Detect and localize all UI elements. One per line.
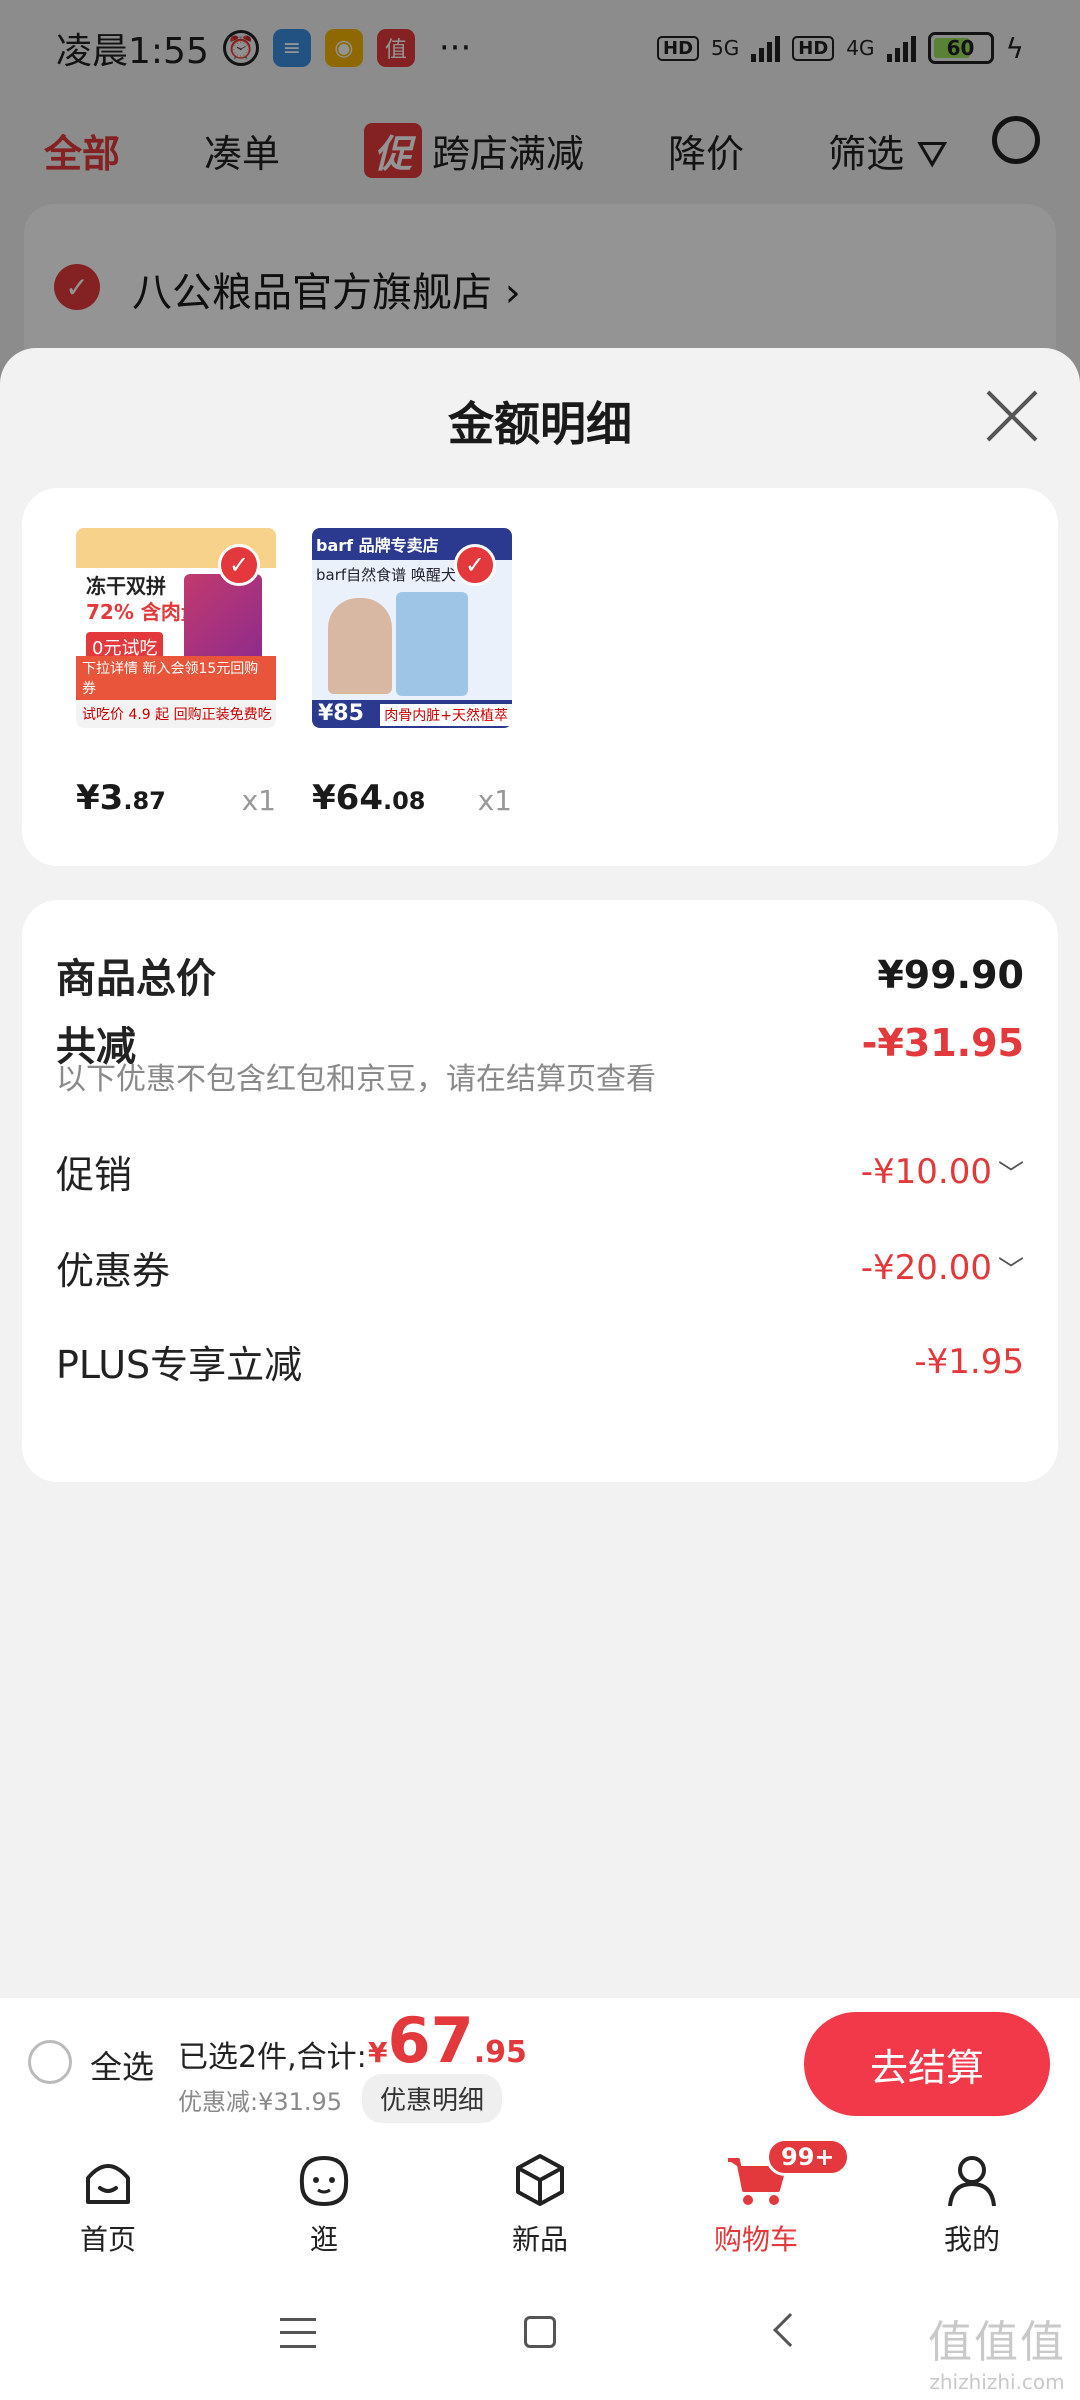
sheet-title: 金额明细: [448, 397, 632, 451]
amount-detail-sheet: 金额明细 冻干双拼 72% 含肉量 0元试吃 下拉详情 新入会领15元回购券 试…: [0, 348, 1080, 1998]
thumb-text: 下拉详情 新入会领15元回购券: [76, 656, 276, 700]
promotion-label: 促销: [56, 1153, 133, 1197]
watermark: 值值值 zhizhizhi.com: [928, 2306, 1066, 2394]
discount-amount: 优惠减:¥31.95: [178, 2088, 343, 2116]
chevron-down-icon[interactable]: ﹀: [998, 1160, 1024, 1190]
home-icon: [76, 2148, 140, 2212]
total-price-row: 商品总价 ¥99.90: [56, 946, 1024, 1004]
checkout-bar: 全选 已选2件,合计: ¥67.95 优惠减:¥31.95 优惠明细 去结算: [0, 1998, 1080, 2132]
thumb-text: 试吃价 4.9 起 回购正装免费吃: [82, 707, 272, 723]
selected-check-icon: ✓: [454, 544, 496, 586]
product-quantity: x1: [241, 784, 276, 817]
total-amount: ¥67.95: [368, 2004, 527, 2077]
tab-new-label: 新品: [511, 2223, 568, 2256]
checkout-button[interactable]: 去结算: [804, 2012, 1050, 2116]
price-summary-card: 商品总价 ¥99.90 共减 -¥31.95 以下优惠不包含红包和京豆，请在结算…: [22, 900, 1058, 1482]
chevron-down-icon[interactable]: ﹀: [998, 1256, 1024, 1286]
total-price-label: 商品总价: [56, 956, 216, 1002]
bottom-tab-bar: 首页 逛 新品 99+ 购物车 我的: [0, 2132, 1080, 2268]
tab-cart-label: 购物车: [713, 2223, 798, 2256]
tab-new[interactable]: 新品: [432, 2132, 648, 2268]
thumb-text: 冻干双拼: [86, 574, 166, 598]
thumb-text: barf自然食谱 唤醒犬: [316, 566, 456, 584]
system-navigation-bar: 值值值 zhizhizhi.com: [0, 2268, 1080, 2400]
plus-discount-row: PLUS专享立减 -¥1.95: [56, 1334, 1024, 1389]
watermark-url: zhizhizhi.com: [929, 2370, 1065, 2394]
discount-note: 以下优惠不包含红包和京豆，请在结算页查看: [56, 1062, 656, 1097]
tab-cart[interactable]: 99+ 购物车: [648, 2132, 864, 2268]
promotion-value: -¥10.00: [860, 1151, 992, 1192]
browse-face-icon: [292, 2148, 356, 2212]
product-item[interactable]: 冻干双拼 72% 含肉量 0元试吃 下拉详情 新入会领15元回购券 试吃价 4.…: [76, 528, 276, 818]
box-icon: [508, 2148, 572, 2212]
selected-check-icon: ✓: [218, 544, 260, 586]
thumb-price: ¥85: [318, 701, 364, 726]
coupon-row[interactable]: 优惠券 -¥20.00 ﹀: [56, 1240, 1024, 1295]
coupon-value: -¥20.00: [860, 1247, 992, 1288]
model-image: [328, 598, 392, 694]
tab-browse[interactable]: 逛: [216, 2132, 432, 2268]
total-price-value: ¥99.90: [877, 953, 1024, 997]
product-price: ¥64.08: [312, 778, 426, 818]
select-all-label[interactable]: 全选: [90, 2042, 154, 2088]
promotion-row[interactable]: 促销 -¥10.00 ﹀: [56, 1144, 1024, 1199]
product-thumbnail: 冻干双拼 72% 含肉量 0元试吃 下拉详情 新入会领15元回购券 试吃价 4.…: [76, 528, 276, 728]
total-reduction-value: -¥31.95: [861, 1021, 1024, 1065]
discount-detail-button[interactable]: 优惠明细: [362, 2074, 503, 2123]
product-quantity: x1: [477, 784, 512, 817]
home-button-icon[interactable]: [524, 2316, 556, 2348]
plus-discount-value: -¥1.95: [914, 1341, 1024, 1382]
recent-apps-icon[interactable]: [280, 2318, 316, 2348]
close-icon[interactable]: [984, 388, 1040, 444]
product-bag-image: [396, 592, 468, 696]
tab-home-label: 首页: [79, 2223, 136, 2256]
product-thumbnail: barf 品牌专卖店 barf自然食谱 唤醒犬 ¥85 肉骨内脏+天然植萃 ✓: [312, 528, 512, 728]
product-item[interactable]: barf 品牌专卖店 barf自然食谱 唤醒犬 ¥85 肉骨内脏+天然植萃 ✓ …: [312, 528, 512, 818]
selected-count-label: 已选2件,合计:: [178, 2040, 367, 2075]
coupon-label: 优惠券: [56, 1249, 171, 1293]
selected-products-card: 冻干双拼 72% 含肉量 0元试吃 下拉详情 新入会领15元回购券 试吃价 4.…: [22, 488, 1058, 866]
person-icon: [940, 2148, 1004, 2212]
thumb-text: 肉骨内脏+天然植萃: [380, 704, 512, 726]
tab-mine[interactable]: 我的: [864, 2132, 1080, 2268]
plus-discount-label: PLUS专享立减: [56, 1343, 303, 1387]
watermark-logo: 值值值: [928, 2317, 1066, 2368]
tab-home[interactable]: 首页: [0, 2132, 216, 2268]
back-icon[interactable]: [773, 2313, 807, 2347]
select-all-radio[interactable]: [28, 2040, 72, 2084]
product-price: ¥3.87: [76, 778, 166, 818]
cart-count-badge: 99+: [766, 2138, 850, 2176]
thumb-text: barf 品牌专卖店: [316, 536, 439, 555]
tab-browse-label: 逛: [309, 2223, 338, 2256]
tab-mine-label: 我的: [943, 2223, 1000, 2256]
